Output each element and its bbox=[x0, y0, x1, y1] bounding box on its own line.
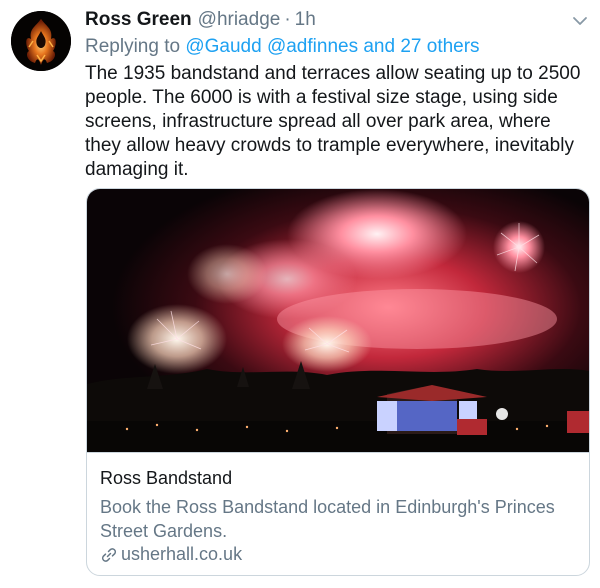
flame-logo-icon bbox=[11, 11, 71, 71]
link-preview-card[interactable]: Ross Bandstand Book the Ross Bandstand l… bbox=[86, 188, 590, 576]
tweet-text: The 1935 bandstand and terraces allow se… bbox=[85, 63, 581, 180]
card-description: Book the Ross Bandstand located in Edinb… bbox=[100, 497, 555, 541]
timestamp[interactable]: 1h bbox=[295, 9, 316, 31]
card-image bbox=[87, 189, 589, 452]
chevron-down-icon[interactable] bbox=[571, 12, 589, 30]
reply-prefix: Replying to bbox=[85, 36, 186, 57]
reply-context: Replying to @Gaudd @adfinnes and 27 othe… bbox=[85, 36, 480, 58]
card-domain[interactable]: usherhall.co.uk bbox=[100, 544, 242, 565]
tweet-header: Ross Green @hriadge · 1h bbox=[85, 9, 316, 35]
card-domain-text: usherhall.co.uk bbox=[121, 544, 243, 564]
reply-mentions-link[interactable]: @Gaudd @adfinnes and 27 others bbox=[185, 36, 479, 57]
author-name[interactable]: Ross Green bbox=[85, 9, 192, 31]
tweet[interactable]: Ross Green @hriadge · 1h Replying to @Ga… bbox=[0, 0, 600, 588]
author-handle[interactable]: @hriadge bbox=[198, 9, 281, 31]
card-divider bbox=[87, 452, 589, 453]
avatar[interactable] bbox=[11, 11, 71, 71]
link-icon bbox=[101, 547, 117, 562]
card-title: Ross Bandstand bbox=[100, 468, 233, 488]
separator-dot: · bbox=[284, 9, 291, 30]
